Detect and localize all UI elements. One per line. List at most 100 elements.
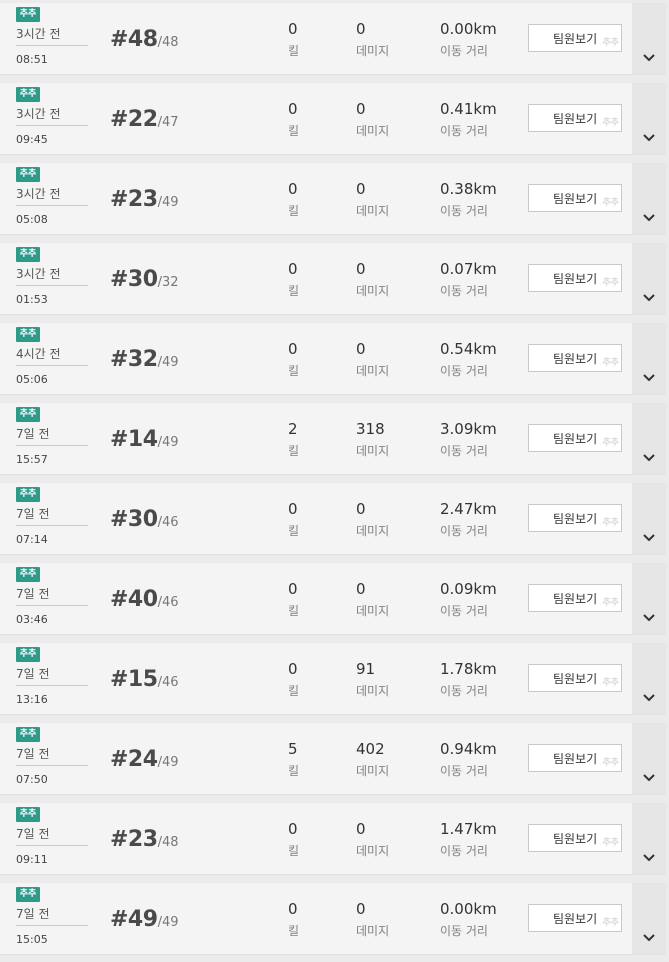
damage-label: 데미지 [356,524,390,538]
divider [16,605,88,606]
mode-badge: 추추 [16,887,40,902]
damage-value: 402 [356,740,385,758]
watermark: 추추 [602,278,619,288]
watermark: 추추 [602,118,619,128]
chevron-down-icon [643,454,655,462]
rank-total: /47 [157,115,179,130]
distance-label: 이동 거리 [440,284,488,298]
view-team-label: 팀원보기 [553,432,598,446]
rank-total: /48 [157,835,179,850]
match-row: 추추 7일 전 07:50 #24/49 5 킬 402 데미지 0.94km … [0,723,666,795]
expand-button[interactable] [632,723,666,794]
rank-total: /32 [157,275,179,290]
expand-button[interactable] [632,803,666,874]
divider [16,125,88,126]
distance-value: 2.47km [440,500,497,518]
expand-button[interactable] [632,163,666,234]
view-team-button[interactable]: 팀원보기 추추 [528,664,622,692]
view-team-button[interactable]: 팀원보기 추추 [528,344,622,372]
time-ago: 7일 전 [16,587,50,601]
rank: #14/49 [110,427,178,452]
kills-label: 킬 [288,124,300,138]
damage-label: 데미지 [356,924,390,938]
expand-button[interactable] [632,483,666,554]
distance-value: 1.47km [440,820,497,838]
rank: #32/49 [110,347,178,372]
view-team-button[interactable]: 팀원보기 추추 [528,904,622,932]
view-team-button[interactable]: 팀원보기 추추 [528,824,622,852]
rank: #22/47 [110,107,178,132]
distance-label: 이동 거리 [440,844,488,858]
view-team-label: 팀원보기 [553,112,598,126]
mode-badge: 추추 [16,87,40,102]
chevron-down-icon [643,694,655,702]
distance-label: 이동 거리 [440,684,488,698]
expand-button[interactable] [632,403,666,474]
distance-label: 이동 거리 [440,764,488,778]
rank: #24/49 [110,747,178,772]
expand-button[interactable] [632,3,666,74]
mode-badge: 추추 [16,407,40,422]
divider [16,845,88,846]
kills-label: 킬 [288,364,300,378]
rank-position: #48 [110,27,158,52]
watermark: 추추 [602,918,619,928]
distance-label: 이동 거리 [440,524,488,538]
mode-badge: 추추 [16,487,40,502]
match-row: 추추 3시간 전 09:45 #22/47 0 킬 0 데미지 0.41km 이… [0,83,666,155]
rank-total: /49 [157,755,179,770]
kills-value: 0 [288,20,298,38]
damage-label: 데미지 [356,204,390,218]
view-team-button[interactable]: 팀원보기 추추 [528,744,622,772]
view-team-button[interactable]: 팀원보기 추추 [528,104,622,132]
rank-total: /46 [157,675,179,690]
expand-button[interactable] [632,243,666,314]
view-team-button[interactable]: 팀원보기 추추 [528,184,622,212]
kills-label: 킬 [288,444,300,458]
watermark: 추추 [602,838,619,848]
damage-value: 0 [356,580,366,598]
chevron-down-icon [643,134,655,142]
play-duration: 01:53 [16,293,48,306]
expand-button[interactable] [632,563,666,634]
expand-button[interactable] [632,323,666,394]
chevron-down-icon [643,934,655,942]
expand-button[interactable] [632,883,666,954]
mode-badge: 추추 [16,7,40,22]
damage-label: 데미지 [356,844,390,858]
watermark: 추추 [602,518,619,528]
play-duration: 15:05 [16,933,48,946]
divider [16,285,88,286]
kills-value: 0 [288,340,298,358]
distance-value: 1.78km [440,660,497,678]
divider [16,205,88,206]
view-team-button[interactable]: 팀원보기 추추 [528,264,622,292]
rank: #23/48 [110,827,178,852]
view-team-button[interactable]: 팀원보기 추추 [528,504,622,532]
mode-badge: 추추 [16,647,40,662]
view-team-label: 팀원보기 [553,272,598,286]
match-row: 추추 3시간 전 05:08 #23/49 0 킬 0 데미지 0.38km 이… [0,163,666,235]
rank: #49/49 [110,907,178,932]
kills-value: 0 [288,900,298,918]
expand-button[interactable] [632,643,666,714]
damage-label: 데미지 [356,604,390,618]
match-row: 추추 7일 전 03:46 #40/46 0 킬 0 데미지 0.09km 이동… [0,563,666,635]
kills-value: 0 [288,820,298,838]
damage-label: 데미지 [356,764,390,778]
watermark: 추추 [602,438,619,448]
chevron-down-icon [643,294,655,302]
view-team-button[interactable]: 팀원보기 추추 [528,424,622,452]
divider [16,365,88,366]
expand-button[interactable] [632,83,666,154]
rank: #30/46 [110,507,178,532]
match-row: 추추 7일 전 15:57 #14/49 2 킬 318 데미지 3.09km … [0,403,666,475]
distance-value: 0.00km [440,900,497,918]
rank-total: /49 [157,355,179,370]
mode-badge: 추추 [16,807,40,822]
view-team-button[interactable]: 팀원보기 추추 [528,584,622,612]
view-team-button[interactable]: 팀원보기 추추 [528,24,622,52]
distance-label: 이동 거리 [440,44,488,58]
time-ago: 4시간 전 [16,347,61,361]
play-duration: 09:11 [16,853,48,866]
